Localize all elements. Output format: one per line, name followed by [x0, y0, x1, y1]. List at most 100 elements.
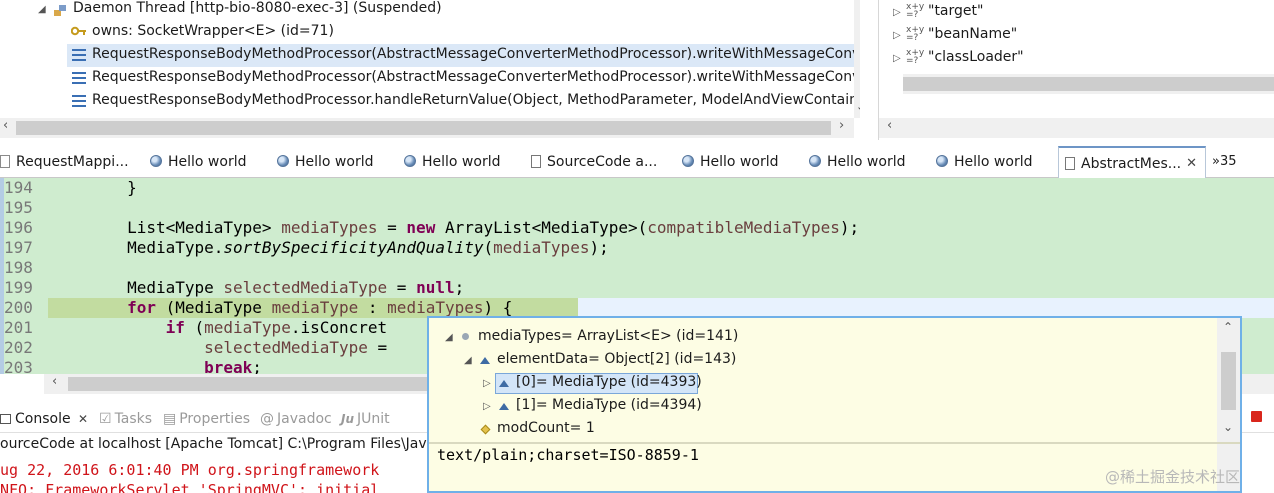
- editor-tab[interactable]: Hello world: [936, 146, 1032, 178]
- owns-monitor-row[interactable]: owns: SocketWrapper<E> (id=71): [92, 20, 334, 43]
- code-token: ) {: [483, 298, 513, 317]
- stack-frame-row[interactable]: RequestResponseBodyMethodProcessor.handl…: [92, 89, 860, 112]
- popup-detail-value: text/plain;charset=ISO-8859-1: [437, 446, 699, 464]
- editor-tab[interactable]: Hello world: [809, 146, 905, 178]
- tab-console[interactable]: Console ✕: [0, 405, 88, 433]
- code-line[interactable]: MediaType.sortBySpecificityAndQuality(me…: [50, 238, 609, 258]
- thread-suspended-icon: [54, 5, 66, 16]
- tasks-icon: ☑: [99, 411, 112, 427]
- chevron-up-icon[interactable]: ⌃: [1223, 320, 1233, 334]
- stack-frame-row[interactable]: RequestResponseBodyMethodProcessor(Abstr…: [92, 66, 860, 89]
- console-process-label: ourceCode at localhost [Apache Tomcat] C…: [0, 436, 444, 452]
- javadoc-icon: @: [260, 411, 274, 427]
- line-number: 198: [4, 258, 33, 277]
- array-element-icon: [499, 403, 509, 410]
- editor-tab[interactable]: Hello world: [682, 146, 778, 178]
- expand-arrow-icon[interactable]: ▷: [893, 47, 901, 70]
- code-line[interactable]: if (mediaType.isConcret: [50, 318, 388, 338]
- scroll-thumb[interactable]: [1221, 352, 1236, 410]
- code-line[interactable]: }: [50, 178, 137, 198]
- popup-row-label: [1]= MediaType (id=4394): [516, 397, 702, 413]
- chevron-down-icon[interactable]: ⌄: [1223, 420, 1233, 434]
- popup-divider: [429, 442, 1240, 444]
- editor-tab[interactable]: Hello world: [150, 146, 246, 178]
- scroll-thumb[interactable]: [16, 121, 831, 135]
- code-token: if: [165, 318, 185, 337]
- scroll-left-icon[interactable]: ‹: [3, 118, 8, 133]
- tab-label: JUnit: [357, 411, 390, 427]
- code-token: selectedMediaType: [223, 278, 388, 297]
- chevron-down-icon[interactable]: ⌄: [856, 100, 860, 113]
- thread-label: Daemon Thread [http-bio-8080-exec-3] (Su…: [73, 0, 442, 16]
- collapse-arrow-icon[interactable]: ◢: [464, 349, 472, 372]
- editor-tab[interactable]: Hello world: [277, 146, 373, 178]
- code-token: MediaType: [50, 278, 224, 297]
- scroll-left-icon[interactable]: ‹: [887, 118, 892, 133]
- tab-overflow-button[interactable]: »35: [1212, 146, 1237, 178]
- code-token: (: [483, 238, 494, 257]
- stack-frame-row[interactable]: RequestResponseBodyMethodProcessor(Abstr…: [92, 43, 860, 66]
- globe-icon: [404, 155, 416, 167]
- close-icon[interactable]: ✕: [78, 412, 88, 426]
- scroll-thumb[interactable]: [903, 77, 1274, 91]
- tab-label: RequestMappi...: [16, 154, 129, 170]
- tab-label: Hello world: [422, 154, 501, 170]
- line-number: 199: [4, 278, 33, 297]
- line-number: 201: [4, 318, 33, 337]
- editor-tab-active[interactable]: AbstractMes... ✕: [1058, 146, 1206, 178]
- scroll-left-icon[interactable]: ‹: [52, 374, 57, 389]
- close-icon[interactable]: ✕: [1186, 148, 1197, 180]
- code-line[interactable]: selectedMediaType =: [50, 338, 387, 358]
- terminate-icon[interactable]: [1251, 411, 1262, 422]
- code-token: new: [406, 218, 436, 237]
- code-line[interactable]: for (MediaType mediaType : mediaTypes) {: [50, 298, 512, 318]
- debug-thread-row[interactable]: Daemon Thread [http-bio-8080-exec-3] (Su…: [73, 0, 442, 20]
- stack-frame-icon: [72, 72, 86, 84]
- code-line[interactable]: break;: [50, 358, 262, 374]
- java-class-icon: [0, 155, 10, 168]
- tab-label: Javadoc: [277, 411, 332, 427]
- collapse-arrow-icon[interactable]: ◢: [38, 4, 46, 15]
- collapse-arrow-icon[interactable]: ◢: [445, 326, 453, 349]
- code-token: =: [377, 218, 407, 237]
- expand-arrow-icon[interactable]: ▷: [893, 1, 901, 24]
- tab-tasks[interactable]: ☑ Tasks: [99, 405, 152, 433]
- scroll-thumb[interactable]: [68, 377, 428, 391]
- code-token: (: [184, 318, 205, 337]
- editor-tab[interactable]: Hello world: [404, 146, 500, 178]
- tab-properties[interactable]: ▤ Properties: [163, 405, 250, 433]
- map-entry-icon: x+y =?: [906, 25, 925, 43]
- code-line[interactable]: List<MediaType> mediaTypes = new ArrayLi…: [50, 218, 859, 238]
- tab-junit[interactable]: Ju JUnit: [341, 405, 390, 433]
- code-token: break: [204, 358, 253, 374]
- popup-vertical-scrollbar[interactable]: ⌃ ⌄: [1217, 318, 1240, 442]
- code-token: mediaTypes: [281, 218, 378, 237]
- editor-tab[interactable]: RequestMappi...: [0, 146, 129, 178]
- monitor-key-icon: [71, 26, 86, 36]
- code-token: null: [416, 278, 455, 297]
- code-token: mediaType: [204, 318, 291, 337]
- expand-arrow-icon[interactable]: ▷: [483, 395, 491, 418]
- variables-horizontal-scrollbar[interactable]: [903, 74, 1274, 94]
- junit-icon: Ju: [341, 412, 355, 426]
- tab-javadoc[interactable]: @ Javadoc: [260, 405, 332, 433]
- code-token: );: [589, 238, 609, 257]
- variables-bottom-scrollbar[interactable]: ‹: [879, 118, 1274, 138]
- line-number: 200: [4, 298, 33, 317]
- expand-arrow-icon[interactable]: ▷: [483, 372, 491, 395]
- variable-name: "target": [928, 3, 984, 19]
- editor-tab[interactable]: SourceCode a...: [531, 146, 657, 178]
- code-line[interactable]: MediaType selectedMediaType = null;: [50, 278, 464, 298]
- variable-name: "beanName": [928, 26, 1018, 42]
- code-token: for: [127, 298, 156, 317]
- code-token: =: [367, 338, 388, 357]
- expand-arrow-icon[interactable]: ▷: [893, 24, 901, 47]
- globe-icon: [936, 155, 948, 167]
- debug-horizontal-scrollbar[interactable]: ‹ ›: [0, 118, 854, 138]
- scroll-right-icon[interactable]: ›: [839, 118, 844, 133]
- code-token: (MediaType: [155, 298, 272, 317]
- tab-overflow-label: »35: [1212, 154, 1237, 169]
- code-token: =: [387, 278, 417, 297]
